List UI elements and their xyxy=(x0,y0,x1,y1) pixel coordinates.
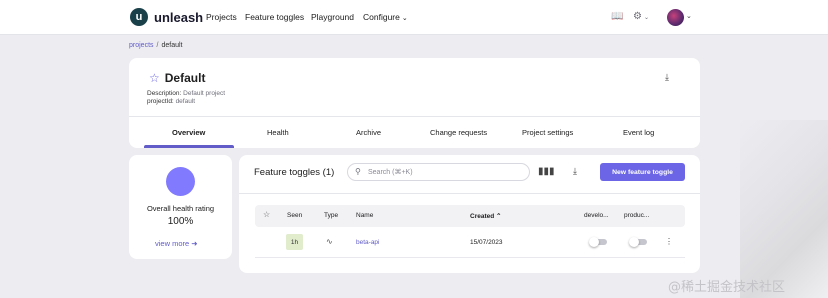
breadcrumb: projects / default xyxy=(129,42,183,49)
sort-ascending-icon: ⌃ xyxy=(496,213,502,220)
column-production[interactable]: produc... xyxy=(624,212,649,219)
chevron-down-icon: ⌄ xyxy=(643,15,649,21)
avatar[interactable] xyxy=(667,9,684,26)
tab-overview[interactable]: Overview xyxy=(172,128,205,137)
feature-toggles-title: Feature toggles (1) xyxy=(254,167,335,178)
unleash-logo[interactable]: u unleash xyxy=(130,8,203,26)
download-icon[interactable]: ⤓ xyxy=(665,72,669,83)
column-development[interactable]: develo... xyxy=(584,212,609,219)
column-name[interactable]: Name xyxy=(356,212,373,219)
seen-badge: 1h xyxy=(286,234,303,250)
nav-projects[interactable]: Projects xyxy=(206,12,237,22)
experiment-icon: ∿ xyxy=(326,237,333,246)
project-description: Description: Default project xyxy=(147,90,225,97)
new-feature-toggle-button[interactable]: New feature toggle xyxy=(600,163,685,181)
columns-icon[interactable]: ▮▮▮ xyxy=(538,166,555,177)
nav-configure-label: Configure xyxy=(363,12,400,22)
view-more-link[interactable]: view more ➜ xyxy=(155,239,198,248)
project-id-value: default xyxy=(175,98,196,105)
table-header: ☆ Seen Type Name Created ⌃ develo... pro… xyxy=(255,205,685,227)
column-type[interactable]: Type xyxy=(324,212,338,219)
view-more-label: view more xyxy=(155,239,190,248)
switch-knob xyxy=(629,237,639,247)
logo-mark: u xyxy=(130,8,148,26)
project-id-label: projectId: xyxy=(147,98,174,105)
nav-playground[interactable]: Playground xyxy=(311,12,354,22)
feature-toggles-card: Feature toggles (1) ⚲ ▮▮▮ ⤓ New feature … xyxy=(239,155,700,273)
switch-knob xyxy=(589,237,599,247)
tab-archive[interactable]: Archive xyxy=(356,128,381,137)
star-icon[interactable]: ☆ xyxy=(149,71,160,85)
search-input[interactable] xyxy=(368,166,523,178)
gear-icon[interactable]: ⚙ ⌄ xyxy=(633,11,649,22)
project-header-card: ☆ Default Description: Default project p… xyxy=(129,58,700,148)
star-icon[interactable]: ☆ xyxy=(263,210,270,219)
download-icon[interactable]: ⤓ xyxy=(573,166,577,177)
health-value: 100% xyxy=(167,216,194,227)
health-label: Overall health rating xyxy=(146,204,215,213)
chevron-down-icon: ⌄ xyxy=(401,15,408,22)
column-created[interactable]: Created ⌃ xyxy=(470,212,501,220)
description-label: Description: xyxy=(147,90,182,97)
health-card: Overall health rating 100% view more ➜ xyxy=(129,155,232,259)
card-header-divider xyxy=(239,193,700,194)
production-toggle-switch[interactable] xyxy=(629,237,647,247)
tabs-divider xyxy=(129,116,700,117)
more-actions-icon[interactable]: ⋮ xyxy=(665,237,673,246)
nav-feature-toggles[interactable]: Feature toggles xyxy=(245,12,304,22)
book-icon[interactable]: 📖 xyxy=(611,11,623,22)
development-toggle-switch[interactable] xyxy=(589,237,607,247)
active-tab-indicator xyxy=(144,145,234,148)
row-divider xyxy=(255,257,685,258)
project-id: projectId: default xyxy=(147,98,195,105)
column-created-label: Created xyxy=(470,213,495,220)
arrow-right-icon: ➜ xyxy=(191,239,198,248)
tab-health[interactable]: Health xyxy=(267,128,289,137)
toggle-name-link[interactable]: beta-api xyxy=(356,239,380,246)
tab-change-requests[interactable]: Change requests xyxy=(430,128,487,137)
nav-configure[interactable]: Configure ⌄ xyxy=(363,12,408,22)
background-decoration xyxy=(740,120,828,298)
column-seen[interactable]: Seen xyxy=(287,212,302,219)
chevron-down-icon[interactable]: ⌄ xyxy=(686,12,692,20)
tab-project-settings[interactable]: Project settings xyxy=(522,128,573,137)
logo-text: unleash xyxy=(154,9,204,25)
search-icon: ⚲ xyxy=(355,167,361,176)
project-name: Default xyxy=(164,71,206,85)
health-circle xyxy=(166,167,195,196)
tab-event-log[interactable]: Event log xyxy=(623,128,654,137)
description-value: Default project xyxy=(183,90,226,97)
breadcrumb-current: default xyxy=(161,42,183,49)
search-box[interactable]: ⚲ xyxy=(347,163,530,181)
project-title: ☆ Default xyxy=(149,71,205,85)
breadcrumb-projects-link[interactable]: projects xyxy=(129,42,154,49)
top-navbar: u unleash Projects Feature toggles Playg… xyxy=(0,0,828,35)
watermark: @稀土掘金技术社区 xyxy=(668,280,786,295)
breadcrumb-separator: / xyxy=(156,42,159,49)
created-date: 15/07/2023 xyxy=(470,239,503,246)
